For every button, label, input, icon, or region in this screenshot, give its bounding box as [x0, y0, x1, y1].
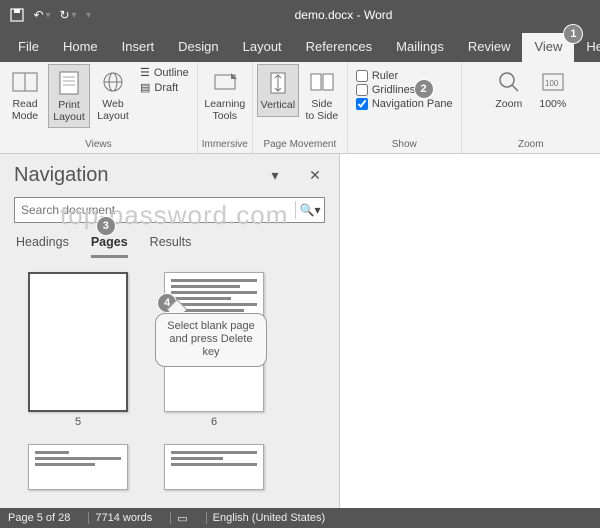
- vertical-button[interactable]: Vertical: [257, 64, 299, 117]
- draft-button[interactable]: ▤Draft: [140, 81, 189, 94]
- side-to-side-button[interactable]: Side to Side: [301, 64, 343, 126]
- draft-icon: ▤: [140, 81, 150, 94]
- vertical-icon: [264, 69, 292, 97]
- tab-review[interactable]: Review: [456, 33, 523, 62]
- side-to-side-icon: [308, 68, 336, 96]
- page-thumbnails: 5 6 4 Select blank page and press Delete…: [0, 258, 339, 508]
- tab-file[interactable]: File: [6, 33, 51, 62]
- nav-tab-results[interactable]: Results: [150, 235, 192, 258]
- thumbnail-page-7[interactable]: [28, 444, 128, 490]
- status-bar: Page 5 of 28 7714 words ▭ English (Unite…: [0, 508, 600, 528]
- hundred-percent-button[interactable]: 100 100%: [532, 64, 574, 115]
- thumbnail-page-5[interactable]: 5: [28, 272, 128, 428]
- status-language[interactable]: English (United States): [206, 512, 326, 524]
- tab-references[interactable]: References: [294, 33, 384, 62]
- tab-view[interactable]: View 1: [522, 33, 574, 62]
- outline-icon: ☰: [140, 66, 150, 79]
- read-mode-button[interactable]: Read Mode: [4, 64, 46, 126]
- navigation-pane-checkbox[interactable]: Navigation Pane 2: [356, 98, 453, 110]
- tab-help[interactable]: Help: [574, 33, 600, 62]
- learning-tools-icon: [211, 68, 239, 96]
- hundred-percent-label: 100%: [539, 99, 566, 111]
- read-mode-icon: [11, 68, 39, 96]
- status-proofing-icon[interactable]: ▭: [170, 512, 187, 525]
- ribbon-group-page-movement: Vertical Side to Side Page Movement: [253, 62, 348, 153]
- callout-3: 3: [97, 217, 115, 235]
- vertical-label: Vertical: [261, 100, 295, 112]
- workspace: top-password.com Navigation ▾ ✕ 🔍▾ Headi…: [0, 154, 600, 508]
- page-number-6: 6: [211, 416, 217, 428]
- ribbon-group-show: Ruler Gridlines Navigation Pane 2 Show: [348, 62, 462, 153]
- navigation-pane: top-password.com Navigation ▾ ✕ 🔍▾ Headi…: [0, 154, 340, 508]
- print-layout-label: Print Layout: [53, 100, 85, 123]
- document-area[interactable]: [340, 154, 600, 508]
- show-group-label: Show: [392, 137, 417, 153]
- learning-tools-label: Learning Tools: [204, 99, 245, 122]
- redo-icon[interactable]: ↻▾: [58, 4, 80, 26]
- print-layout-icon: [55, 69, 83, 97]
- web-layout-label: Web Layout: [97, 99, 129, 122]
- thumbnail-page-8[interactable]: [164, 444, 264, 490]
- nav-tab-headings[interactable]: Headings: [16, 235, 69, 258]
- search-input[interactable]: [15, 203, 295, 217]
- zoom-icon: [495, 68, 523, 96]
- tab-mailings[interactable]: Mailings: [384, 33, 456, 62]
- immersive-group-label: Immersive: [202, 137, 248, 153]
- status-words[interactable]: 7714 words: [88, 512, 152, 524]
- search-box[interactable]: 🔍▾: [14, 197, 325, 223]
- menu-bar: File Home Insert Design Layout Reference…: [0, 30, 600, 62]
- gridlines-checkbox[interactable]: Gridlines: [356, 84, 453, 96]
- zoom-label: Zoom: [495, 99, 522, 111]
- navigation-title: Navigation: [14, 164, 265, 187]
- page-movement-group-label: Page Movement: [263, 137, 336, 153]
- window-title: demo.docx - Word: [93, 8, 594, 22]
- search-icon[interactable]: 🔍▾: [296, 203, 324, 217]
- hundred-percent-icon: 100: [539, 68, 567, 96]
- web-layout-icon: [99, 68, 127, 96]
- quick-access-toolbar: ↶▾ ↻▾ ▾: [6, 4, 93, 26]
- ribbon-group-immersive: Learning Tools Immersive: [198, 62, 253, 153]
- ribbon-group-zoom: Zoom 100 100% Zoom: [462, 62, 600, 153]
- ribbon: Read Mode Print Layout Web Layout ☰Outli…: [0, 62, 600, 154]
- zoom-group-label: Zoom: [518, 137, 544, 153]
- print-layout-button[interactable]: Print Layout: [48, 64, 90, 128]
- tab-home[interactable]: Home: [51, 33, 110, 62]
- nav-menu-icon[interactable]: ▾: [265, 167, 285, 184]
- tab-design[interactable]: Design: [166, 33, 230, 62]
- title-bar: ↶▾ ↻▾ ▾ demo.docx - Word: [0, 0, 600, 30]
- tab-layout[interactable]: Layout: [231, 33, 294, 62]
- web-layout-button[interactable]: Web Layout: [92, 64, 134, 126]
- learning-tools-button[interactable]: Learning Tools: [204, 64, 246, 126]
- save-icon[interactable]: [6, 4, 28, 26]
- tooltip-bubble: Select blank page and press Delete key: [155, 313, 267, 367]
- zoom-button[interactable]: Zoom: [488, 64, 530, 115]
- ruler-checkbox[interactable]: Ruler: [356, 70, 453, 82]
- read-mode-label: Read Mode: [12, 99, 38, 122]
- tab-insert[interactable]: Insert: [110, 33, 167, 62]
- undo-icon[interactable]: ↶▾: [32, 4, 54, 26]
- svg-text:100: 100: [545, 79, 559, 88]
- nav-close-icon[interactable]: ✕: [305, 167, 325, 184]
- callout-2: 2: [415, 80, 433, 98]
- page-number-5: 5: [75, 416, 81, 428]
- side-to-side-label: Side to Side: [306, 99, 339, 122]
- status-page[interactable]: Page 5 of 28: [8, 512, 70, 524]
- outline-button[interactable]: ☰Outline: [140, 66, 189, 79]
- nav-tab-pages[interactable]: Pages 3: [91, 235, 128, 258]
- views-group-label: Views: [85, 137, 112, 153]
- ribbon-group-views: Read Mode Print Layout Web Layout ☰Outli…: [0, 62, 198, 153]
